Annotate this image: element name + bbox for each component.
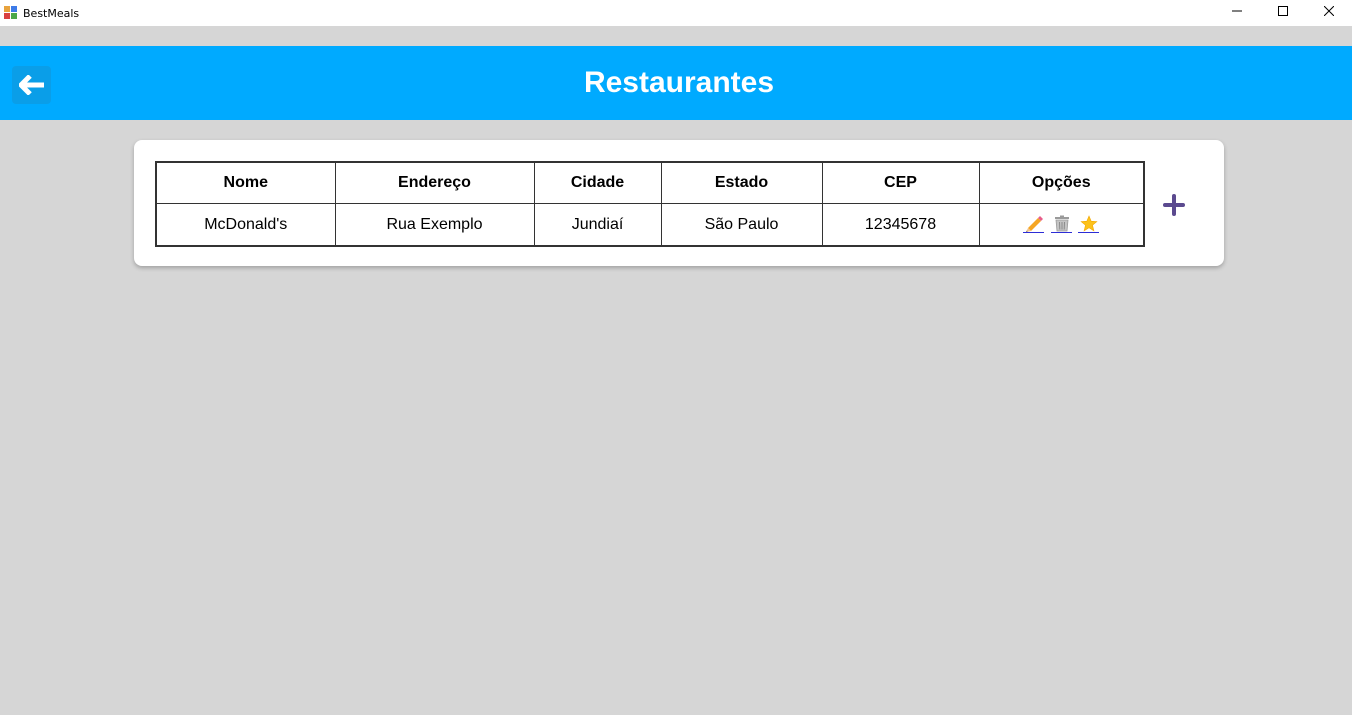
close-icon: [1324, 6, 1334, 16]
delete-link[interactable]: [1050, 215, 1072, 234]
plus-icon: [1163, 194, 1185, 216]
column-header-cep: CEP: [821, 161, 980, 204]
favorite-link[interactable]: [1078, 215, 1100, 234]
column-header-cidade: Cidade: [533, 161, 662, 204]
column-header-opcoes: Opções: [978, 161, 1145, 204]
close-window-button[interactable]: [1306, 0, 1352, 22]
cell-cidade: Jundiaí: [533, 203, 662, 247]
minimize-icon: [1232, 10, 1242, 12]
cell-cep: 12345678: [821, 203, 980, 247]
maximize-button[interactable]: [1260, 0, 1306, 22]
arrow-left-icon: [18, 75, 44, 95]
page-title: Restaurantes: [583, 66, 775, 99]
star-icon: [1080, 215, 1098, 232]
column-header-estado: Estado: [660, 161, 823, 204]
window-title: BestMeals: [23, 6, 80, 20]
column-header-endereco: Endereço: [334, 161, 535, 204]
maximize-icon: [1278, 6, 1288, 16]
cell-estado: São Paulo: [660, 203, 823, 247]
column-header-nome: Nome: [155, 161, 336, 204]
back-button[interactable]: [12, 66, 51, 104]
cell-opcoes: [978, 203, 1145, 247]
cell-nome: McDonald's: [155, 203, 336, 247]
cell-endereco: Rua Exemplo: [334, 203, 535, 247]
table-header-row: Nome Endereço Cidade Estado CEP Opções: [155, 161, 1145, 204]
app-icon: [4, 6, 18, 20]
window-titlebar: BestMeals: [0, 0, 1352, 26]
minimize-button[interactable]: [1214, 0, 1260, 22]
trash-icon: [1054, 215, 1069, 232]
restaurants-card: Nome Endereço Cidade Estado CEP Opções M…: [134, 140, 1224, 266]
edit-link[interactable]: [1023, 215, 1045, 234]
page-header: Restaurantes: [0, 46, 1352, 120]
pencil-icon: [1026, 216, 1044, 233]
add-restaurant-button[interactable]: [1162, 193, 1186, 217]
restaurants-table: Nome Endereço Cidade Estado CEP Opções M…: [155, 161, 1145, 247]
table-row: McDonald's Rua Exemplo Jundiaí São Paulo…: [155, 203, 1145, 247]
